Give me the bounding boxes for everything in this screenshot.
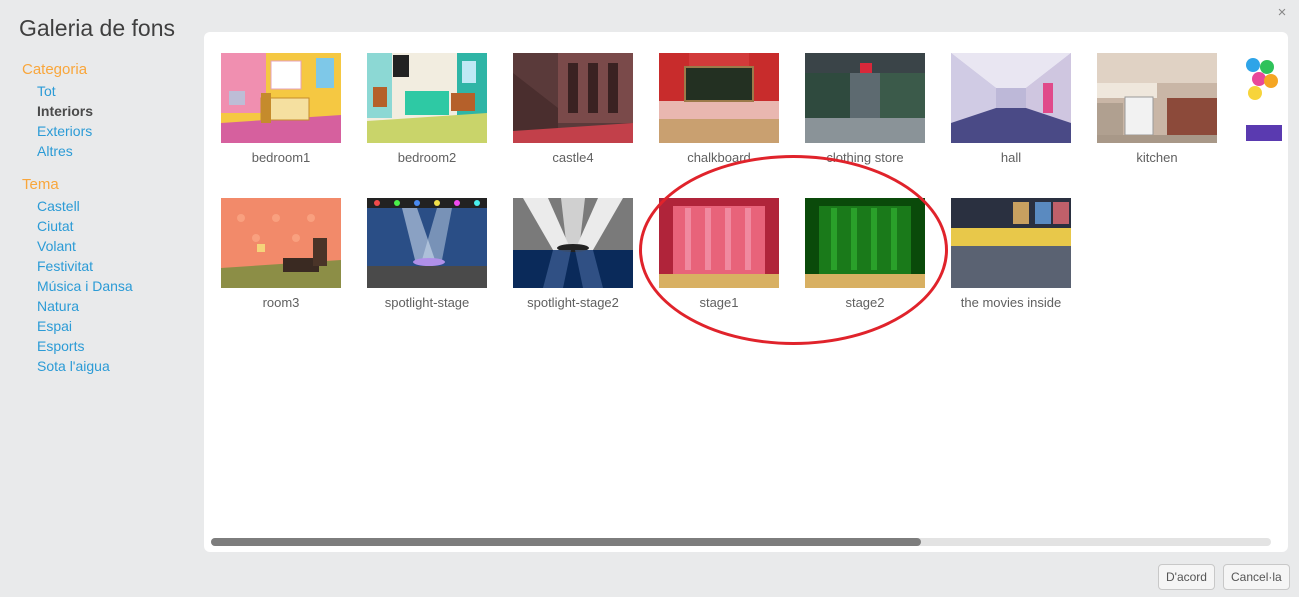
backdrop-tile-clothing-store[interactable]: clothing store (805, 53, 925, 165)
horizontal-scrollbar[interactable] (211, 538, 1271, 546)
backdrop-tile-chalkboard[interactable]: chalkboard (659, 53, 779, 165)
backdrop-thumbnail (513, 198, 633, 288)
backdrop-thumbnail (513, 53, 633, 143)
backdrop-label: the movies inside (960, 295, 1062, 310)
theme-item-festivitat[interactable]: Festivitat (37, 258, 93, 274)
backdrop-label: chalkboard (687, 150, 751, 165)
backdrop-thumbnail (367, 198, 487, 288)
backdrop-tile-bedroom1[interactable]: bedroom1 (221, 53, 341, 165)
backdrop-label: kitchen (1136, 150, 1178, 165)
backdrop-tile-castle4[interactable]: castle4 (513, 53, 633, 165)
backdrop-label: spotlight-stage (384, 295, 470, 310)
backdrop-thumbnail (659, 53, 779, 143)
backdrop-tile-partial[interactable] (1243, 53, 1288, 143)
backdrop-label: clothing store (826, 150, 904, 165)
category-item-tot[interactable]: Tot (37, 83, 56, 99)
backdrop-tile-stage2[interactable]: stage2 (805, 198, 925, 310)
category-item-exteriors[interactable]: Exteriors (37, 123, 92, 139)
theme-item-espai[interactable]: Espai (37, 318, 72, 334)
backdrop-thumbnail (367, 53, 487, 143)
theme-item-castell[interactable]: Castell (37, 198, 80, 214)
category-item-interiors[interactable]: Interiors (37, 103, 93, 119)
backdrop-tile-room3[interactable]: room3 (221, 198, 341, 310)
backdrop-thumbnail (951, 53, 1071, 143)
backdrop-thumbnail (1097, 53, 1217, 143)
theme-heading: Tema (22, 176, 59, 193)
theme-item-volant[interactable]: Volant (37, 238, 76, 254)
backdrop-thumbnail (1243, 53, 1288, 143)
category-item-altres[interactable]: Altres (37, 143, 73, 159)
backdrop-tile-spotlight-stage2[interactable]: spotlight-stage2 (513, 198, 633, 310)
backdrop-label: bedroom2 (397, 150, 457, 165)
theme-item-sota-laigua[interactable]: Sota l'aigua (37, 358, 110, 374)
backdrop-tile-kitchen[interactable]: kitchen (1097, 53, 1217, 165)
backdrop-label: stage1 (699, 295, 739, 310)
backdrop-label: room3 (262, 295, 300, 310)
close-icon[interactable]: × (1273, 4, 1291, 22)
backdrop-thumbnail (221, 53, 341, 143)
theme-item-natura[interactable]: Natura (37, 298, 79, 314)
backdrop-tile-bedroom2[interactable]: bedroom2 (367, 53, 487, 165)
backdrop-thumbnail (221, 198, 341, 288)
backdrop-tile-spotlight-stage[interactable]: spotlight-stage (367, 198, 487, 310)
backdrop-gallery-panel: bedroom1 bedroom2 castle4 chalkboard clo… (204, 32, 1288, 552)
theme-item-esports[interactable]: Esports (37, 338, 84, 354)
theme-item-musica-i-dansa[interactable]: Música i Dansa (37, 278, 133, 294)
theme-item-ciutat[interactable]: Ciutat (37, 218, 74, 234)
backdrop-label: bedroom1 (251, 150, 311, 165)
backdrop-label: stage2 (845, 295, 885, 310)
backdrop-label: hall (1000, 150, 1022, 165)
backdrop-thumbnail (659, 198, 779, 288)
backdrop-label: spotlight-stage2 (527, 295, 619, 310)
backdrop-label: castle4 (552, 150, 594, 165)
backdrop-tile-the-movies-inside[interactable]: the movies inside (951, 198, 1071, 310)
category-heading: Categoria (22, 61, 88, 78)
scrollbar-thumb[interactable] (211, 538, 921, 546)
backdrop-thumbnail (805, 198, 925, 288)
ok-button[interactable]: D'acord (1158, 564, 1215, 590)
backdrop-thumbnail (805, 53, 925, 143)
backdrop-tile-hall[interactable]: hall (951, 53, 1071, 165)
dialog-title: Galeria de fons (19, 15, 175, 41)
cancel-button[interactable]: Cancel·la (1223, 564, 1290, 590)
backdrop-tile-stage1[interactable]: stage1 (659, 198, 779, 310)
backdrop-thumbnail (951, 198, 1071, 288)
